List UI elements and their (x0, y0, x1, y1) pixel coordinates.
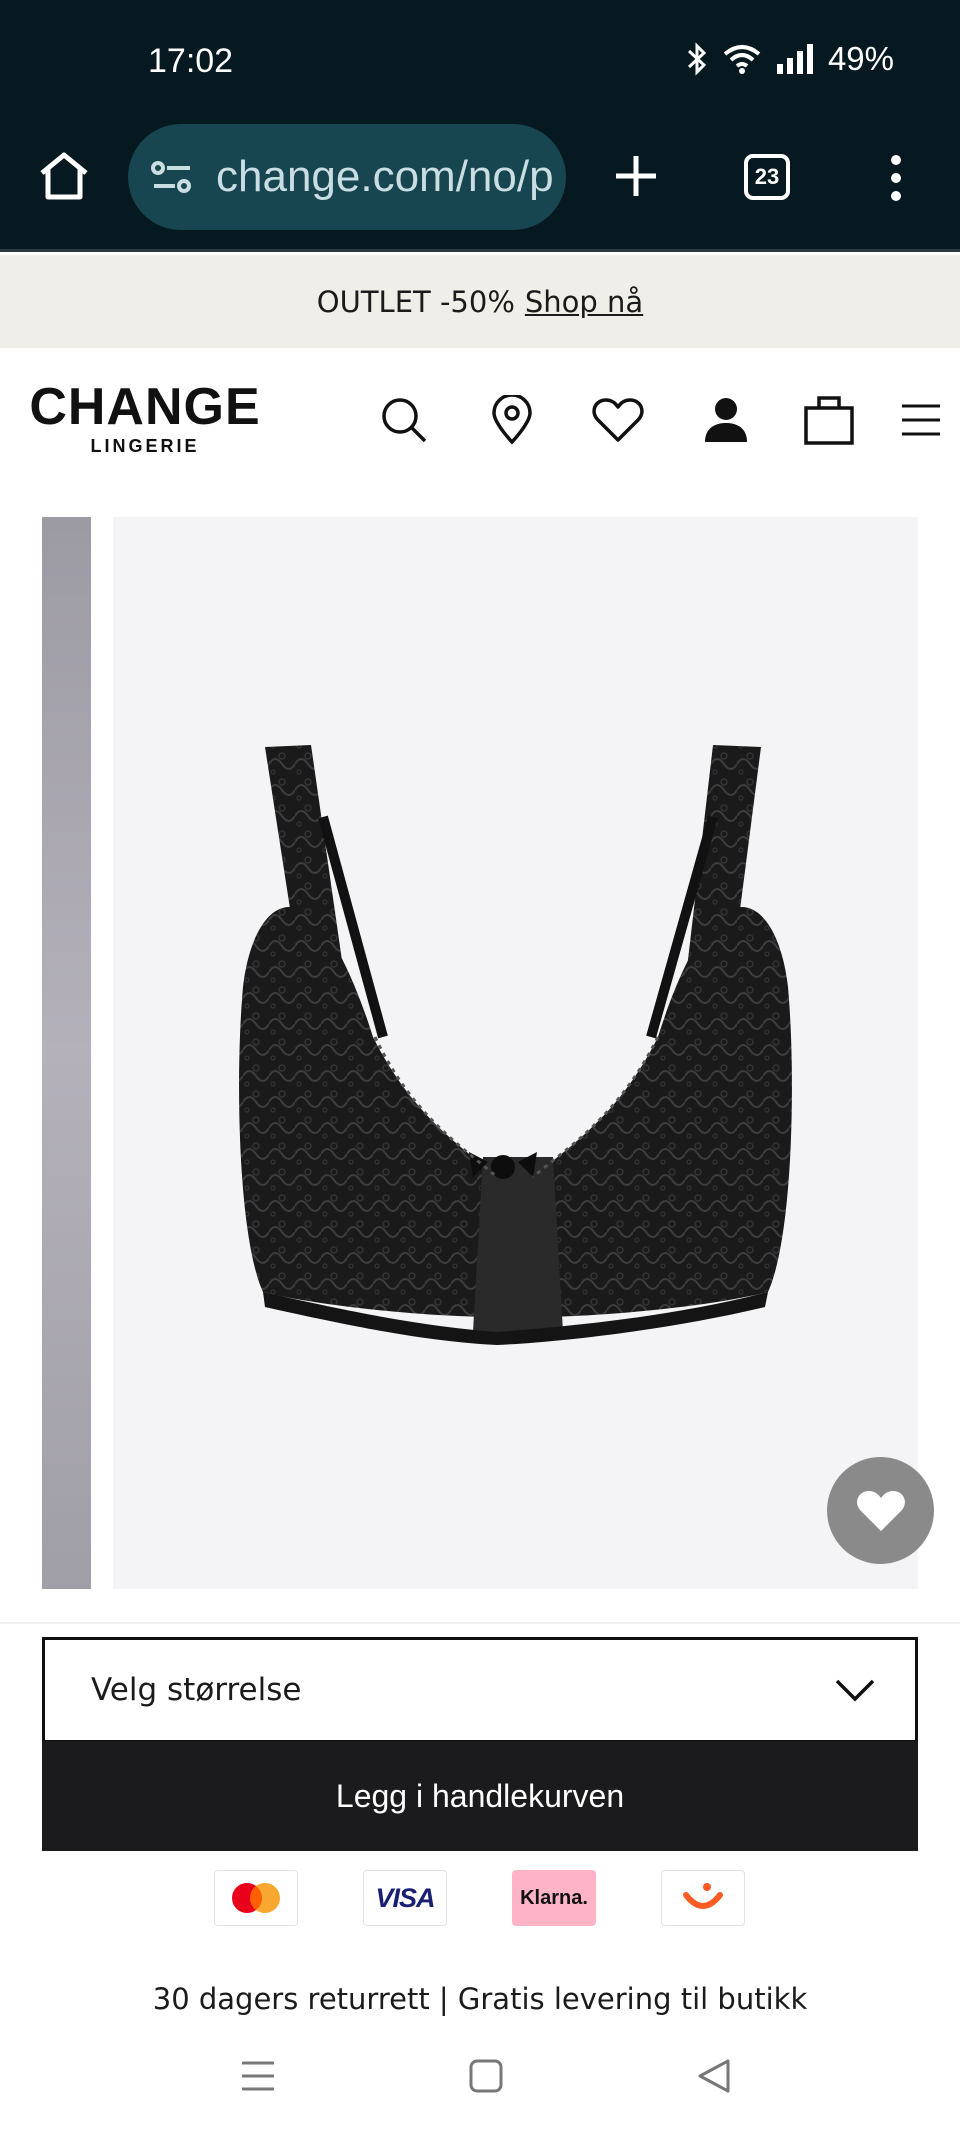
klarna-label: Klarna. (520, 1886, 588, 1909)
wishlist-icon (592, 398, 644, 442)
promo-shop-link[interactable]: Shop nå (525, 285, 643, 319)
status-time: 17:02 (148, 42, 234, 80)
tabs-button[interactable]: 23 (744, 154, 790, 200)
bag-button[interactable] (801, 392, 857, 448)
back-triangle-icon (698, 2059, 730, 2093)
vipps-logo (661, 1870, 745, 1926)
bag-icon (804, 396, 854, 445)
add-to-favorites-button[interactable] (827, 1457, 934, 1564)
previous-slide[interactable] (42, 517, 91, 1589)
size-select[interactable]: Velg størrelse (42, 1637, 918, 1743)
new-tab-button[interactable] (608, 146, 664, 206)
search-icon (382, 398, 427, 443)
more-menu-icon (891, 155, 901, 201)
visa-label: VISA (375, 1882, 435, 1913)
bluetooth-icon (687, 42, 707, 76)
signal-icon (776, 44, 813, 74)
tab-count: 23 (754, 164, 780, 189)
site-settings-icon[interactable] (150, 159, 194, 195)
status-icons: 49% (686, 40, 894, 78)
brand-subtitle: LINGERIE (90, 436, 200, 456)
system-back-button[interactable] (684, 2048, 744, 2104)
battery-percent: 49% (827, 40, 894, 77)
payment-methods: VISA Klarna. (0, 1870, 960, 1926)
promo-text: OUTLET -50% (316, 284, 515, 319)
visa-logo: VISA (363, 1870, 447, 1926)
klarna-logo: Klarna. (512, 1870, 596, 1926)
wifi-icon (723, 45, 761, 74)
product-gallery[interactable] (0, 517, 960, 1589)
brand-name: CHANGE (29, 378, 261, 436)
search-button[interactable] (376, 392, 432, 448)
heart-icon (856, 1490, 905, 1531)
store-locator-button[interactable] (484, 392, 540, 448)
system-nav-bar (0, 2018, 960, 2133)
site-header: CHANGE LINGERIE (0, 348, 960, 468)
account-button[interactable] (698, 392, 754, 448)
vipps-icon (683, 1883, 723, 1909)
status-bar: 17:02 49% (0, 0, 960, 120)
recent-apps-icon (242, 2061, 274, 2091)
add-to-cart-button[interactable]: Legg i handlekurven (42, 1741, 918, 1851)
wishlist-button[interactable] (590, 392, 646, 448)
square-home-icon (469, 2059, 503, 2093)
chevron-down-icon (835, 1679, 875, 1702)
hamburger-menu-icon (902, 404, 940, 436)
promo-banner: OUTLET -50% Shop nå (0, 255, 960, 348)
menu-button[interactable] (893, 392, 949, 448)
new-tab-icon (616, 156, 656, 196)
store-locator-icon (492, 395, 532, 445)
browser-toolbar: change.com/no/p 23 (0, 120, 960, 252)
black-lace-bra-image (239, 745, 792, 1345)
home-icon (40, 152, 88, 200)
size-select-label: Velg størrelse (91, 1672, 302, 1708)
brand-logo[interactable]: CHANGE LINGERIE (20, 378, 270, 457)
panel-divider (0, 1622, 960, 1624)
url-text: change.com/no/p (216, 152, 554, 201)
address-bar[interactable]: change.com/no/p (128, 124, 566, 230)
system-home-button[interactable] (456, 2048, 516, 2104)
mastercard-logo (214, 1870, 298, 1926)
account-icon (705, 398, 747, 442)
browser-menu-button[interactable] (876, 148, 916, 208)
shipping-info: 30 dagers returrett | Gratis levering ti… (152, 1982, 808, 2016)
product-image[interactable] (113, 517, 934, 1589)
home-button[interactable] (34, 146, 94, 206)
recent-apps-button[interactable] (228, 2048, 288, 2104)
mastercard-icon (232, 1883, 280, 1913)
